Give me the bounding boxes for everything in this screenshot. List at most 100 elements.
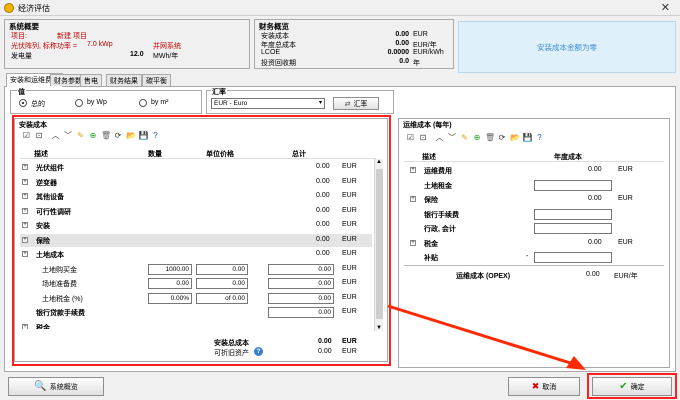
- expand-icon[interactable]: +: [22, 193, 28, 199]
- folder-icon[interactable]: 📂: [510, 133, 520, 142]
- tax-row[interactable]: + 税金: [20, 321, 372, 329]
- tab-3[interactable]: 财务结果: [106, 74, 142, 86]
- cancel-button[interactable]: ✖ 取消: [508, 377, 580, 396]
- close-icon: ✖: [531, 381, 540, 391]
- chevron-down-icon: ▾: [318, 100, 322, 106]
- expand-icon[interactable]: +: [22, 164, 28, 170]
- expand-icon[interactable]: +: [22, 178, 28, 185]
- quantity-input[interactable]: 0.00: [148, 278, 192, 289]
- edit-icon[interactable]: ✎: [460, 133, 469, 142]
- total-input[interactable]: 0.00: [268, 278, 334, 289]
- install-row[interactable]: + 土地成本 0.00 EUR: [20, 248, 372, 261]
- install-row-label: 土地成本: [36, 252, 64, 259]
- expand-icon[interactable]: +: [22, 207, 28, 214]
- close-icon[interactable]: ✕: [661, 1, 670, 14]
- expand-icon[interactable]: +: [22, 323, 28, 329]
- checklist-icon[interactable]: ☑: [22, 131, 31, 140]
- add-icon[interactable]: ⊕: [89, 131, 98, 140]
- om-row[interactable]: 行政, 会计: [404, 222, 664, 235]
- install-row[interactable]: + 逆变器 0.00 EUR: [20, 176, 372, 189]
- chevron-up-icon[interactable]: ︿: [435, 133, 444, 142]
- app-icon: [4, 3, 14, 13]
- project-label: 项目:: [11, 33, 27, 40]
- expand-icon[interactable]: +: [22, 222, 28, 228]
- total-input[interactable]: 0.00: [268, 263, 334, 275]
- om-row[interactable]: 补贴 -: [404, 251, 664, 264]
- install-row-cur: EUR: [342, 192, 357, 199]
- exchange-rate-button[interactable]: ⇄ 汇率: [333, 97, 379, 110]
- folder-icon[interactable]: 📂: [126, 131, 136, 140]
- chevron-up-icon[interactable]: ︿: [51, 131, 60, 140]
- install-sub-label: 场地准备费: [42, 281, 77, 288]
- refresh-icon[interactable]: ⟳: [498, 133, 507, 142]
- currency-group-title: 汇率: [211, 87, 227, 97]
- install-row-total: 0.00: [316, 250, 330, 257]
- system-overview-button[interactable]: 🔍 系统概览: [8, 377, 104, 396]
- refresh-icon[interactable]: ⟳: [114, 131, 123, 140]
- install-row[interactable]: + 可行性调研 0.00 EUR: [20, 205, 372, 218]
- checklist-icon[interactable]: ☑: [406, 133, 415, 142]
- om-row-label: 税金: [424, 240, 438, 248]
- edit-icon[interactable]: ✎: [76, 131, 85, 140]
- om-header-desc: 描述: [422, 154, 436, 161]
- om-cost-input[interactable]: [534, 208, 612, 220]
- expand-icon[interactable]: +: [22, 236, 28, 243]
- om-row-label: 补贴: [424, 255, 438, 262]
- help-icon[interactable]: ?: [151, 131, 160, 140]
- om-cost-input[interactable]: [534, 252, 612, 263]
- help-icon[interactable]: ?: [535, 133, 544, 142]
- om-row-cur: EUR: [618, 238, 633, 246]
- install-row[interactable]: + 其他设备 0.00 EUR: [20, 190, 372, 203]
- expand-icon[interactable]: +: [410, 196, 416, 202]
- chevron-down-icon[interactable]: ﹀: [448, 133, 457, 142]
- save-icon[interactable]: 💾: [139, 131, 149, 140]
- om-row[interactable]: 土地租金: [404, 179, 664, 192]
- unit-price-input[interactable]: 0.00: [196, 278, 248, 289]
- install-row-cur: EUR: [342, 163, 357, 170]
- om-row[interactable]: + 税金 0.00 EUR: [404, 237, 664, 250]
- delete-icon[interactable]: 🗑: [101, 131, 111, 140]
- select-icon[interactable]: ⊡: [419, 133, 428, 142]
- financial-overview-box: 财务概览 安装成本 0.00 EUR 年度总成本 0.00 EUR/年 LCOE 0.0000…: [254, 19, 454, 69]
- install-sub-cur: EUR: [342, 293, 357, 301]
- total-input[interactable]: 0.00: [268, 292, 334, 304]
- expand-icon[interactable]: +: [22, 251, 28, 257]
- install-row[interactable]: + 光伏组件 0.00 EUR: [20, 161, 372, 174]
- quantity-input[interactable]: 1000.00: [148, 263, 192, 275]
- value-option-label: by m²: [151, 99, 169, 106]
- select-icon[interactable]: ⊡: [35, 131, 44, 140]
- om-row-label: 运维费用: [424, 168, 452, 175]
- loan-fee-input[interactable]: 0.00: [268, 307, 334, 318]
- delete-icon[interactable]: 🗑: [485, 133, 495, 142]
- currency-select[interactable]: EUR - Euro ▾: [211, 98, 325, 109]
- add-icon[interactable]: ⊕: [473, 133, 482, 142]
- cancel-button-label: 取消: [542, 383, 557, 391]
- om-cost-title: 运维成本 (每年): [403, 122, 452, 129]
- value-option-label: 总的: [31, 101, 45, 108]
- install-row-total: 0.00: [316, 192, 330, 199]
- om-cost-input[interactable]: [534, 179, 612, 191]
- fin-row-unit: EUR: [413, 31, 428, 38]
- install-row[interactable]: + 安装 0.00 EUR: [20, 219, 372, 232]
- expand-icon[interactable]: +: [410, 167, 416, 173]
- install-row-cur: EUR: [342, 221, 357, 228]
- value-radio-2[interactable]: [139, 99, 147, 107]
- value-radio-0[interactable]: [19, 99, 27, 107]
- save-icon[interactable]: 💾: [523, 133, 533, 142]
- chevron-down-icon[interactable]: ﹀: [64, 131, 73, 140]
- unit-price-input[interactable]: of 0.00: [196, 292, 248, 304]
- om-row[interactable]: + 运维费用 0.00 EUR: [404, 164, 664, 177]
- om-row[interactable]: + 保险 0.00 EUR: [404, 193, 664, 206]
- loan-fee-cur: EUR: [342, 308, 357, 315]
- om-cost-input[interactable]: [534, 223, 612, 234]
- tab-4[interactable]: 碳平衡: [142, 74, 171, 86]
- tab-2[interactable]: 售电: [80, 74, 102, 86]
- install-row-label: 安装: [36, 223, 50, 230]
- quantity-input[interactable]: 0.00%: [148, 292, 192, 304]
- unit-price-input[interactable]: 0.00: [196, 263, 248, 275]
- install-row[interactable]: + 保险 0.00 EUR: [20, 233, 372, 247]
- expand-icon[interactable]: +: [410, 239, 416, 246]
- value-radio-1[interactable]: [75, 99, 83, 107]
- om-row[interactable]: 银行手续费: [404, 208, 664, 221]
- currency-group: 汇率 EUR - Euro ▾ ⇄ 汇率: [206, 87, 394, 114]
